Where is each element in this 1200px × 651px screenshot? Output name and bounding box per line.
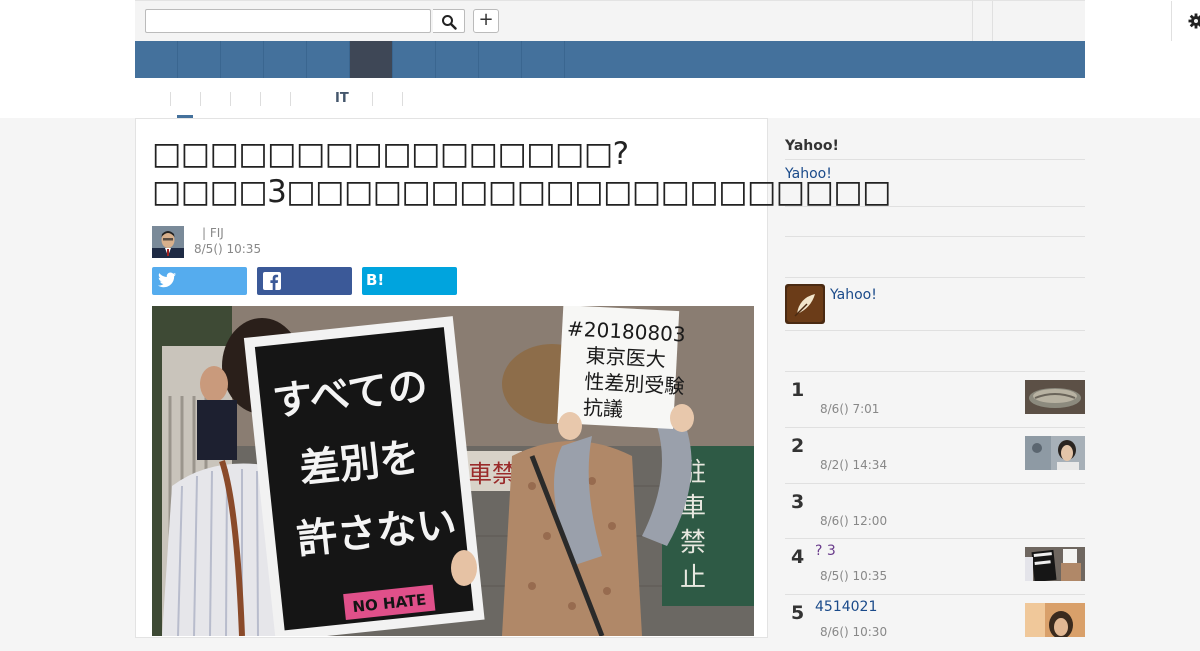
ranking-item[interactable]: 4 ? 3 8/5() 10:35 [785,538,1085,595]
divider [785,159,1085,160]
sidebar-title: Yahoo! [785,138,839,154]
nav-tab[interactable] [135,41,178,78]
divider [785,277,1085,278]
ranking-list: 1 8/6() 7:01 2 8/2() 14:34 3 8/6() 12:00… [785,371,1085,639]
rank-number: 2 [791,435,805,457]
subnav-item[interactable] [402,92,411,106]
facebook-share-button[interactable] [257,267,352,295]
rank-number: 1 [791,379,805,401]
ranking-item[interactable]: 2 8/2() 14:34 [785,427,1085,484]
placard-text: 抗議 [582,395,623,421]
category-nav [135,41,1085,78]
gear-icon [1188,13,1200,29]
hatena-bookmark-button[interactable]: B! [362,267,457,295]
subnav-item[interactable] [230,92,239,106]
ranking-item[interactable]: 3 8/6() 12:00 [785,483,1085,540]
twitter-icon [158,272,176,288]
author-avatar[interactable] [152,226,184,258]
rank-time: 8/6() 10:30 [820,625,888,639]
search-button[interactable] [433,9,465,33]
divider [785,330,1085,331]
add-button[interactable]: + [473,9,499,33]
rank-title[interactable]: ? 3 [815,543,836,559]
rank-time: 8/6() 12:00 [820,514,888,528]
nav-tab[interactable] [307,41,350,78]
nav-tab[interactable] [264,41,307,78]
article-photo[interactable]: 駐 車 禁 止 駐車禁 すべての 差別を 許さない NO HATE #20180… [152,306,754,636]
ranking-item[interactable]: 1 8/6() 7:01 [785,371,1085,428]
nav-tab[interactable] [393,41,436,78]
subnav-item[interactable] [372,92,381,106]
hatena-bookmark-icon: B! [366,271,385,289]
sub-category-nav: IT [135,78,1085,119]
author-name[interactable]: | FIJ [202,226,224,240]
rank-thumbnail[interactable] [1025,436,1085,470]
article-headline[interactable]: □□□□□□□□□□□□□□□□? □□□□3□□□□□□□□□□□□□□□□□… [152,135,891,211]
subnav-item-it[interactable]: IT [320,92,349,106]
sidebar-link[interactable]: Yahoo! [785,166,832,182]
twitter-share-button[interactable] [152,267,247,295]
publish-date: 8/5() 10:35 [194,242,262,256]
wall-sign-text: 止 [680,563,706,593]
rank-time: 8/2() 14:34 [820,458,888,472]
subnav-item[interactable] [170,92,179,106]
rank-number: 3 [791,491,805,513]
subnav-item[interactable] [290,92,299,106]
nav-tab[interactable] [436,41,479,78]
rank-title[interactable]: 4514021 [815,599,877,615]
article-card: □□□□□□□□□□□□□□□□? □□□□3□□□□□□□□□□□□□□□□□… [135,118,891,638]
top-toolbar: + [135,0,1200,42]
rank-time: 8/5() 10:35 [820,569,888,583]
facebook-icon [263,272,281,290]
rank-number: 4 [791,546,805,568]
rank-thumbnail[interactable] [1025,603,1085,637]
search-icon [442,15,457,30]
settings-button[interactable] [1171,1,1200,41]
nav-tab[interactable] [522,41,565,78]
rank-time: 8/6() 7:01 [820,402,880,416]
nav-tab-active[interactable] [350,41,393,78]
search-input[interactable] [145,9,431,33]
nav-tab[interactable] [178,41,221,78]
rank-thumbnail[interactable] [1025,547,1085,581]
toolbar-cell[interactable] [992,1,1033,41]
subnav-item[interactable] [260,92,269,106]
divider [785,206,1085,207]
feather-icon[interactable] [785,284,825,324]
sidebar-feature-link[interactable]: Yahoo! [830,287,877,303]
nav-tab[interactable] [479,41,522,78]
nav-tab[interactable] [221,41,264,78]
rank-number: 5 [791,602,805,624]
divider [785,236,1085,237]
rank-thumbnail[interactable] [1025,380,1085,414]
ranking-item[interactable]: 5 4514021 8/6() 10:30 [785,594,1085,651]
wall-sign-text: 禁 [680,528,706,558]
toolbar-cell[interactable] [972,1,993,41]
placard-text: 東京医大 [585,343,666,371]
subnav-item[interactable] [200,92,209,106]
